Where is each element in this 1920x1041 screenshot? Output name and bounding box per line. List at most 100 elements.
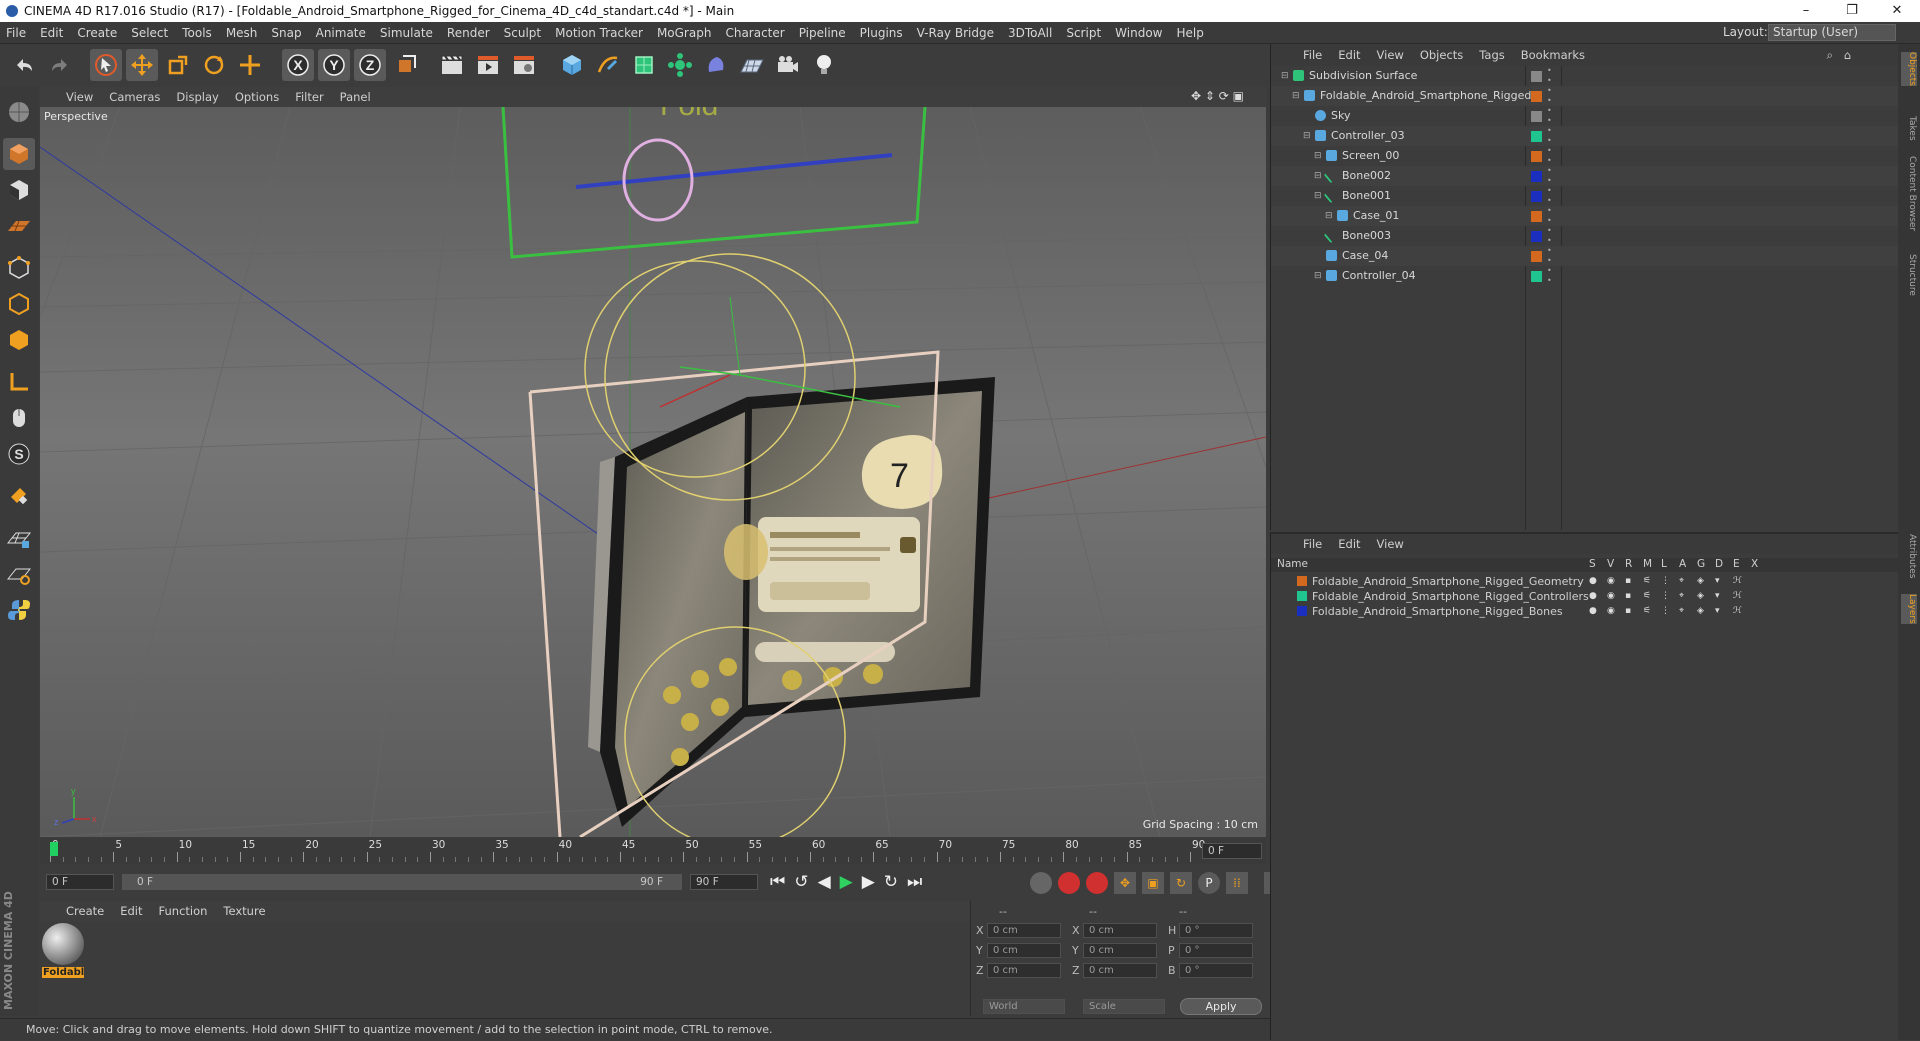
layer-flag-icon[interactable]: ● <box>1589 574 1597 589</box>
om-menu-tags[interactable]: Tags <box>1479 48 1504 62</box>
layer-flag-icon[interactable]: ◉ <box>1607 589 1615 604</box>
layer-row[interactable]: Foldable_Android_Smartphone_Rigged_Geome… <box>1271 574 1899 589</box>
layer-flag-icon[interactable]: ⌖ <box>1679 604 1684 619</box>
redo-button[interactable] <box>44 49 76 81</box>
layer-flag-icon[interactable]: ● <box>1589 589 1597 604</box>
y-axis-lock-button[interactable]: Y <box>318 49 350 81</box>
rotation-p-field[interactable]: 0 ° <box>1179 943 1253 958</box>
3d-viewport[interactable]: Fold 7 <box>40 107 1266 837</box>
tab-layers[interactable]: Layers <box>1901 594 1917 624</box>
render-settings-button[interactable] <box>508 49 540 81</box>
size-x-field[interactable]: 0 cm <box>1083 923 1157 938</box>
layer-color-swatch[interactable] <box>1531 251 1542 262</box>
lm-menu-view[interactable]: View <box>1377 537 1404 551</box>
end-frame-field[interactable]: 90 F <box>690 874 758 890</box>
object-row[interactable]: ⊟ Screen_00 • • <box>1271 146 1899 166</box>
viewport-menu-view[interactable]: View <box>66 90 93 104</box>
om-menu-file[interactable]: File <box>1303 48 1322 62</box>
expand-icon[interactable]: ⊟ <box>1292 86 1300 106</box>
rotate-tool-button[interactable] <box>198 49 230 81</box>
object-row[interactable]: Sky • • <box>1271 106 1899 126</box>
coordinate-scale-select[interactable]: Scale <box>1083 999 1165 1014</box>
visibility-dots-icon[interactable]: • • <box>1547 206 1552 226</box>
tab-attributes[interactable]: Attributes <box>1901 534 1917 578</box>
render-picture-viewer-button[interactable] <box>472 49 504 81</box>
move-key-icon[interactable]: ✥ <box>1114 872 1136 894</box>
coordinate-system-button[interactable] <box>390 49 422 81</box>
menu-sculpt[interactable]: Sculpt <box>504 26 541 40</box>
move-tool-button[interactable] <box>126 49 158 81</box>
layer-row[interactable]: Foldable_Android_Smartphone_Rigged_Bones… <box>1271 604 1899 619</box>
layer-color-swatch[interactable] <box>1531 271 1542 282</box>
keyframe-motion-icon[interactable] <box>1030 872 1052 894</box>
menu-snap[interactable]: Snap <box>271 26 301 40</box>
viewport-menu-cameras[interactable]: Cameras <box>109 90 160 104</box>
layer-flag-icon[interactable]: ⋮ <box>1661 589 1670 604</box>
layer-flag-icon[interactable]: ⚟ <box>1643 604 1651 619</box>
add-camera-button[interactable] <box>772 49 804 81</box>
coordinate-mode-select[interactable]: World <box>983 999 1065 1014</box>
layer-flag-icon[interactable]: ⌖ <box>1679 574 1684 589</box>
tab-content-browser[interactable]: Content Browser <box>1901 156 1917 231</box>
layer-color-swatch[interactable] <box>1531 151 1542 162</box>
undo-button[interactable] <box>8 49 40 81</box>
layer-color-swatch[interactable] <box>1531 171 1542 182</box>
position-x-field[interactable]: 0 cm <box>987 923 1061 938</box>
preview-range-slider[interactable]: 0 F 90 F <box>122 874 682 890</box>
param-key-icon[interactable]: P <box>1198 872 1220 894</box>
menu-mograph[interactable]: MoGraph <box>657 26 712 40</box>
playback-controls[interactable]: ⏮↺◀▶▶↻⏭ <box>770 872 931 892</box>
expand-icon[interactable]: ⊟ <box>1314 266 1322 286</box>
layer-color-swatch[interactable] <box>1297 606 1307 616</box>
scale-tool-button[interactable] <box>162 49 194 81</box>
autokey-icon[interactable] <box>1086 872 1108 894</box>
menu-plugins[interactable]: Plugins <box>860 26 903 40</box>
menu-render[interactable]: Render <box>447 26 490 40</box>
add-floor-button[interactable] <box>736 49 768 81</box>
layer-color-swatch[interactable] <box>1531 211 1542 222</box>
visibility-dots-icon[interactable]: • • <box>1547 246 1552 266</box>
layer-flag-icon[interactable]: ⚟ <box>1643 589 1651 604</box>
visibility-dots-icon[interactable]: • • <box>1547 166 1552 186</box>
maximize-button[interactable]: ❐ <box>1829 0 1875 22</box>
visibility-dots-icon[interactable]: • • <box>1547 106 1552 126</box>
apply-button[interactable]: Apply <box>1180 998 1262 1015</box>
layer-flag-icon[interactable]: ▾ <box>1715 589 1720 604</box>
texture-mode-button[interactable] <box>3 174 35 206</box>
object-row[interactable]: Bone003 • • <box>1271 226 1899 246</box>
om-menu-view[interactable]: View <box>1377 48 1404 62</box>
om-search-icon[interactable]: ⌕ <box>1827 48 1833 63</box>
visibility-dots-icon[interactable]: • • <box>1547 146 1552 166</box>
workplane-lock-button[interactable] <box>3 522 35 554</box>
record-icon[interactable] <box>1058 872 1080 894</box>
x-axis-lock-button[interactable]: X <box>282 49 314 81</box>
visibility-dots-icon[interactable]: • • <box>1547 86 1552 106</box>
layer-flag-icon[interactable]: ▪ <box>1625 589 1631 604</box>
rotation-b-field[interactable]: 0 ° <box>1179 963 1253 978</box>
add-array-button[interactable] <box>664 49 696 81</box>
layer-flag-icon[interactable]: ⌖ <box>1679 589 1684 604</box>
material-menu-function[interactable]: Function <box>159 904 208 918</box>
layer-flag-icon[interactable]: ⋮ <box>1661 574 1670 589</box>
add-spline-button[interactable] <box>592 49 624 81</box>
make-editable-button[interactable] <box>3 96 35 128</box>
layer-color-swatch[interactable] <box>1297 591 1307 601</box>
object-row[interactable]: Case_04 • • <box>1271 246 1899 266</box>
minimize-button[interactable]: – <box>1783 0 1829 22</box>
menu-create[interactable]: Create <box>77 26 117 40</box>
layer-flag-icon[interactable]: ◈ <box>1697 574 1704 589</box>
viewport-menu-display[interactable]: Display <box>176 90 218 104</box>
expand-icon[interactable]: ⊟ <box>1314 186 1322 206</box>
add-light-button[interactable] <box>808 49 840 81</box>
points-mode-button[interactable] <box>3 252 35 284</box>
close-button[interactable]: ✕ <box>1874 0 1920 22</box>
menu-select[interactable]: Select <box>131 26 168 40</box>
visibility-dots-icon[interactable]: • • <box>1547 226 1552 246</box>
menu-motion-tracker[interactable]: Motion Tracker <box>555 26 643 40</box>
layer-flag-icon[interactable]: ◉ <box>1607 604 1615 619</box>
rotate-key-icon[interactable]: ↻ <box>1170 872 1192 894</box>
layout-select[interactable]: Startup (User) <box>1768 24 1896 41</box>
size-y-field[interactable]: 0 cm <box>1083 943 1157 958</box>
layer-flag-icon[interactable]: ℋ <box>1733 574 1742 589</box>
scale-key-icon[interactable]: ▣ <box>1142 872 1164 894</box>
